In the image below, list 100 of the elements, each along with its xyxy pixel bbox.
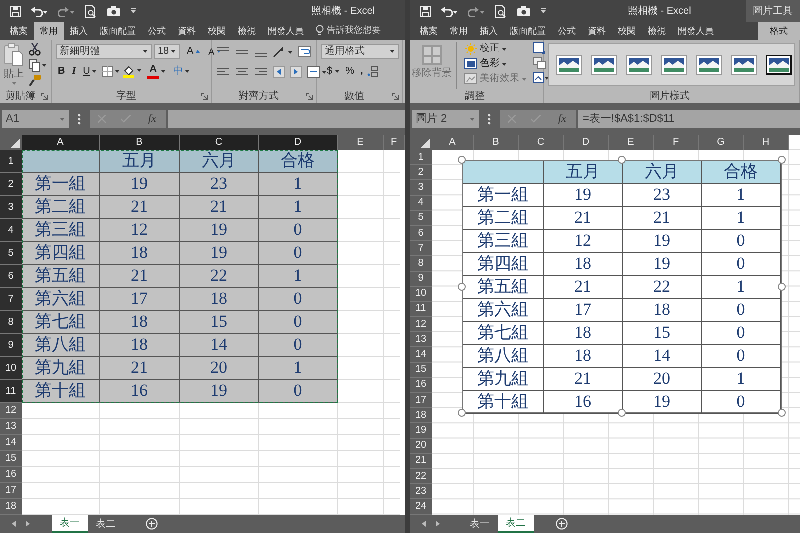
row-header[interactable]: 5 — [410, 210, 432, 226]
row-header[interactable]: 4 — [410, 196, 432, 211]
font-size-field[interactable]: 18 — [154, 44, 180, 59]
table-cell[interactable]: 0 — [259, 334, 338, 357]
table-cell[interactable]: 12 — [100, 219, 180, 242]
table-cell[interactable]: 23 — [180, 173, 259, 196]
row-header[interactable]: 18 — [410, 408, 432, 424]
row-header[interactable]: 14 — [410, 347, 432, 363]
table-cell[interactable]: 0 — [259, 311, 338, 334]
ribbon-tab[interactable]: 公式 — [142, 22, 172, 40]
row-header[interactable]: 15 — [0, 451, 22, 467]
row-header[interactable]: 4 — [0, 219, 22, 242]
row-header[interactable]: 16 — [410, 378, 432, 393]
ribbon-tab[interactable]: 資料 — [172, 22, 202, 40]
column-header[interactable]: E — [338, 135, 384, 150]
bold-button[interactable]: B — [56, 64, 68, 78]
ribbon-tab[interactable]: 插入 — [474, 22, 504, 40]
column-header[interactable]: B — [474, 135, 519, 150]
underline-button[interactable]: U — [81, 64, 100, 78]
table-cell[interactable]: 22 — [180, 265, 259, 288]
row-header[interactable]: 3 — [0, 196, 22, 219]
row-header[interactable]: 15 — [410, 362, 432, 378]
ribbon-tab[interactable]: 公式 — [552, 22, 582, 40]
paste-button[interactable]: 貼上 — [4, 43, 24, 89]
row-header[interactable]: 11 — [0, 380, 22, 403]
name-box[interactable]: 圖片 2 — [412, 110, 479, 128]
row-header[interactable]: 1 — [410, 150, 432, 166]
number-format-field[interactable]: 通用格式 — [321, 44, 399, 59]
row-header[interactable]: 12 — [410, 317, 432, 332]
table-cell[interactable]: 第四組 — [22, 242, 100, 265]
table-cell[interactable]: 21 — [100, 357, 180, 380]
currency-button[interactable]: $ — [325, 64, 342, 78]
column-header[interactable]: C — [519, 135, 564, 150]
ribbon-tab[interactable]: 檔案 — [4, 22, 34, 40]
percent-button[interactable]: % — [344, 64, 356, 78]
ribbon-tab[interactable]: 校閱 — [202, 22, 232, 40]
table-cell[interactable]: 16 — [100, 380, 180, 403]
table-cell[interactable]: 第二組 — [22, 196, 100, 219]
table-cell[interactable]: 21 — [100, 265, 180, 288]
insert-function-button[interactable]: fx — [146, 110, 158, 128]
table-cell[interactable]: 18 — [180, 288, 259, 311]
row-header[interactable]: 16 — [0, 467, 22, 483]
insert-function-button[interactable]: fx — [556, 110, 568, 128]
row-header[interactable]: 7 — [0, 288, 22, 311]
row-header[interactable]: 23 — [410, 484, 432, 500]
table-cell[interactable]: 0 — [259, 219, 338, 242]
ribbon-tab[interactable]: 格式 — [758, 22, 800, 40]
column-header[interactable]: D — [259, 135, 338, 150]
table-cell[interactable]: 1 — [259, 265, 338, 288]
font-color-button[interactable]: A — [145, 64, 168, 78]
table-cell[interactable]: 0 — [259, 380, 338, 403]
table-cell[interactable]: 五月 — [100, 150, 180, 173]
ribbon-tab[interactable]: 版面配置 — [504, 22, 552, 40]
row-header[interactable]: 10 — [410, 286, 432, 302]
row-header[interactable]: 21 — [410, 454, 432, 469]
table-cell[interactable]: 14 — [180, 334, 259, 357]
row-header[interactable]: 2 — [410, 165, 432, 180]
row-header[interactable]: 17 — [0, 483, 22, 499]
formula-field[interactable]: =表一!$A$1:$D$11 — [578, 110, 800, 128]
table-cell[interactable]: 六月 — [180, 150, 259, 173]
tell-me-field[interactable]: 告訴我您想要 — [316, 22, 381, 40]
table-cell[interactable]: 20 — [180, 357, 259, 380]
ribbon-tab[interactable]: 檔案 — [414, 22, 444, 40]
row-header[interactable]: 19 — [410, 423, 432, 439]
table-cell[interactable]: 19 — [180, 219, 259, 242]
table-cell[interactable]: 0 — [259, 288, 338, 311]
row-header[interactable]: 9 — [0, 334, 22, 357]
table-cell[interactable]: 19 — [180, 242, 259, 265]
table-cell[interactable]: 1 — [259, 357, 338, 380]
column-header[interactable]: E — [609, 135, 654, 150]
row-header[interactable]: 6 — [0, 265, 22, 288]
row-header[interactable]: 1 — [0, 150, 22, 173]
table-cell[interactable]: 18 — [100, 311, 180, 334]
grow-font-button[interactable]: A — [185, 44, 202, 58]
column-header[interactable]: H — [744, 135, 789, 150]
row-header[interactable]: 8 — [0, 311, 22, 334]
row-header[interactable]: 10 — [0, 357, 22, 380]
linked-picture[interactable]: 五月 六月 合格 第一組 19 23 1 第二組 21 21 1 第三組 12 19 0 第四組 18 19 0 第五組 21 22 1 第六組 17 18 0 第七組 18 15 0 第八組 18 14 0 第九組 21 20 1 第十組 16 19 0 — [462, 160, 782, 413]
comma-style-button[interactable]: , — [358, 64, 366, 78]
table-cell[interactable]: 21 — [100, 196, 180, 219]
ribbon-tab[interactable]: 開發人員 — [672, 22, 720, 40]
row-header[interactable]: 14 — [0, 435, 22, 451]
font-name-field[interactable]: 新細明體 — [56, 44, 152, 59]
ribbon-tab[interactable]: 檢視 — [642, 22, 672, 40]
sheet-tab[interactable]: 表二 — [498, 515, 534, 533]
row-header[interactable]: 9 — [410, 272, 432, 287]
table-cell[interactable]: 0 — [259, 242, 338, 265]
row-header[interactable]: 22 — [410, 468, 432, 484]
row-header[interactable]: 5 — [0, 242, 22, 265]
ribbon-tab[interactable]: 版面配置 — [94, 22, 142, 40]
row-header[interactable]: 18 — [0, 499, 22, 515]
table-cell[interactable]: 18 — [100, 242, 180, 265]
ribbon-tab[interactable]: 資料 — [582, 22, 612, 40]
row-header[interactable]: 13 — [0, 419, 22, 435]
ribbon-tab[interactable]: 插入 — [64, 22, 94, 40]
row-header[interactable]: 13 — [410, 332, 432, 348]
sheet-tab[interactable]: 表一 — [462, 515, 498, 533]
sheet-tab[interactable]: 表一 — [52, 515, 88, 533]
table-cell[interactable]: 第十組 — [22, 380, 100, 403]
column-header[interactable]: C — [180, 135, 259, 150]
